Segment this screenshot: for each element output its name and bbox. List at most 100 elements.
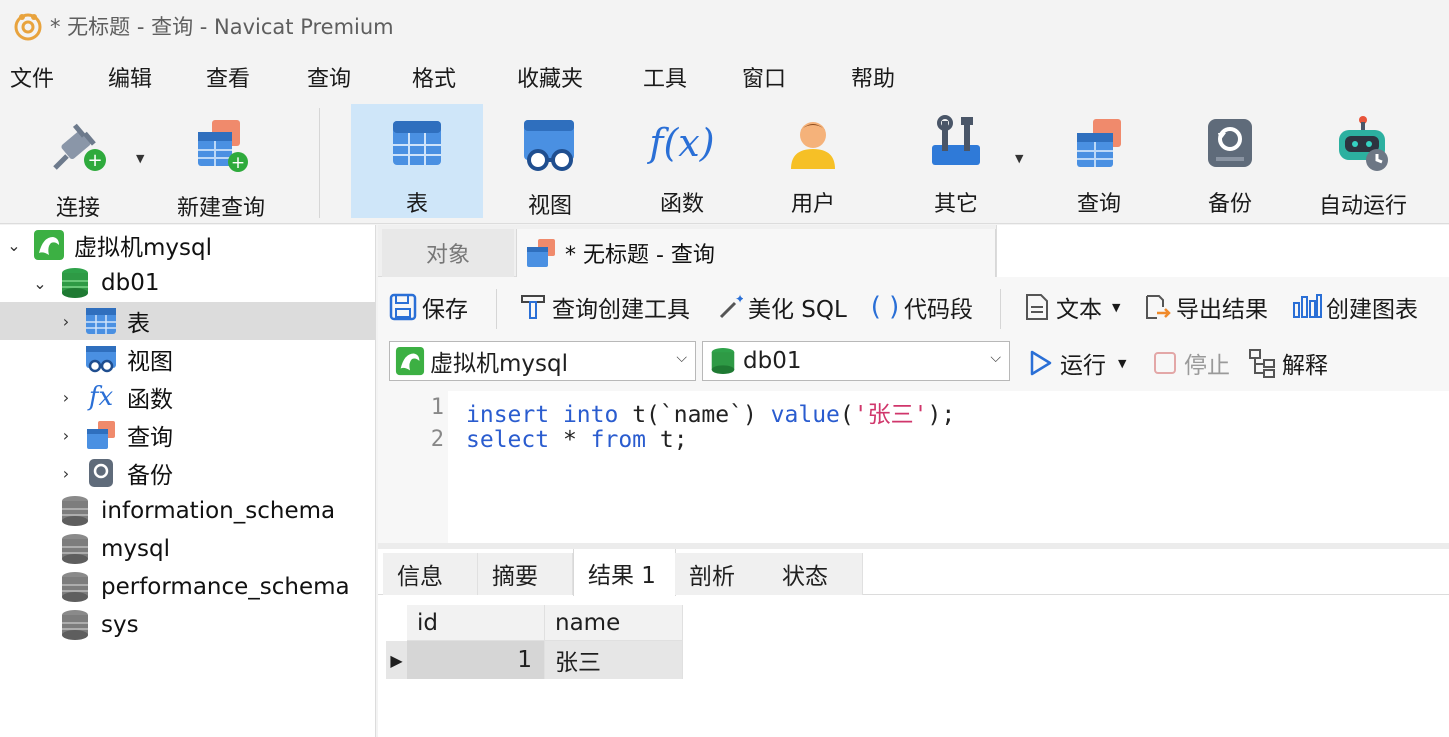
column-header-label: name [555,609,621,636]
tab-query[interactable]: * 无标题 - 查询 [516,229,996,277]
snippet-label: 代码段 [904,297,973,323]
tree-item-queries[interactable]: › 查询 [0,416,375,454]
tab-profile-label: 剖析 [689,564,735,590]
explain-button[interactable]: 解释 [1248,343,1328,383]
view-icon [84,342,118,376]
snippet-icon: ( ) [870,292,900,322]
other-dropdown-icon[interactable]: ▼ [1015,152,1023,165]
row-pointer-icon[interactable]: ▶ [386,641,407,679]
tab-bar-filler [996,225,1449,277]
menu-query[interactable]: 查询 [307,58,351,102]
menu-window[interactable]: 窗口 [742,58,786,102]
toolbar-divider [1000,289,1001,329]
tab-result-1[interactable]: 结果 1 [573,549,676,596]
tree-database-sys[interactable]: sys [0,606,375,644]
backup-button[interactable]: 备份 [1180,104,1280,218]
line-number: 2 [430,427,444,452]
run-button[interactable]: 运行 ▼ [1026,343,1126,383]
chevron-down-icon[interactable]: ▼ [1118,357,1126,370]
query-button[interactable]: 查询 [1049,104,1149,218]
sql-keyword: insert [466,402,550,428]
backup-icon [84,456,118,490]
connection-select[interactable]: 虚拟机mysql ⌵ [389,341,696,381]
query-builder-icon [518,292,548,322]
tree-item-functions[interactable]: › fx 函数 [0,378,375,416]
new-query-button[interactable]: + 新建查询 [166,104,276,221]
database-icon [58,494,92,528]
beautify-sql-button[interactable]: ✦ 美化 SQL [714,287,847,327]
menu-edit[interactable]: 编辑 [108,58,152,102]
create-chart-label: 创建图表 [1326,297,1418,323]
robot-icon [1331,114,1395,174]
sql-text: t; [646,427,688,453]
code-line[interactable]: insert into t(`name`) value('张三'); [466,395,955,429]
stop-button[interactable]: 停止 [1150,343,1230,383]
tree-connection[interactable]: ⌄ 虚拟机mysql [0,226,375,264]
sql-keyword: select [466,427,550,453]
automation-button[interactable]: 自动运行 [1308,104,1418,219]
database-open-icon [707,345,739,377]
connect-dropdown-icon[interactable]: ▼ [136,152,144,165]
tab-message[interactable]: 信息 [383,553,478,595]
mysql-connection-icon [32,228,66,262]
tree-item-backups[interactable]: › 备份 [0,454,375,492]
backup-icon [1198,114,1262,172]
connect-button[interactable]: + 连接 [30,104,126,221]
result-tab-bar: 信息 摘要 结果 1 剖析 状态 [378,549,1449,596]
tree-database-performance-schema[interactable]: performance_schema [0,568,375,606]
user-button[interactable]: 用户 [763,104,863,218]
menu-format[interactable]: 格式 [412,58,456,102]
chevron-right-icon[interactable]: › [56,464,76,483]
chevron-down-icon[interactable]: ⌄ [30,274,50,293]
toolbar-divider [319,108,320,218]
table-cell[interactable]: 张三 [545,641,683,679]
menu-tools[interactable]: 工具 [643,58,687,102]
export-result-button[interactable]: 导出结果 [1142,287,1268,327]
menu-help[interactable]: 帮助 [851,58,895,102]
save-icon [388,292,418,322]
tools-icon [924,114,988,172]
column-header-name[interactable]: name [545,605,683,641]
query-pane: 对象 * 无标题 - 查询 保存 查询创建工具 ✦ 美化 SQL () 代码段… [378,225,1449,737]
create-chart-button[interactable]: 创建图表 [1292,287,1418,327]
tab-query-label: * 无标题 - 查询 [565,243,715,268]
sql-editor[interactable]: 1 2 insert into t(`name`) value('张三'); s… [378,391,1449,543]
tree-database-information-schema[interactable]: information_schema [0,492,375,530]
code-line[interactable]: select * from t; [466,427,688,453]
menu-bar: 文件 编辑 查看 查询 格式 收藏夹 工具 窗口 帮助 [0,58,1449,102]
automation-label: 自动运行 [1318,194,1407,219]
other-button[interactable]: 其它 [906,104,1006,218]
chevron-right-icon[interactable]: › [56,388,76,407]
menu-view[interactable]: 查看 [206,58,250,102]
snippet-button[interactable]: ( ) 代码段 [870,287,973,327]
sql-keyword: from [590,427,647,453]
view-button[interactable]: 视图 [500,104,600,219]
tree-item-tables[interactable]: › 表 [0,302,375,340]
tab-objects[interactable]: 对象 [382,229,514,277]
chevron-right-icon[interactable]: › [56,312,76,331]
play-icon [1026,348,1056,378]
text-mode-button[interactable]: 文本 ▼ [1022,287,1120,327]
chevron-right-icon[interactable]: › [56,426,76,445]
menu-file[interactable]: 文件 [10,58,54,102]
tree-database-db01[interactable]: ⌄ db01 [0,264,375,302]
backup-label: 备份 [1207,192,1252,217]
save-button[interactable]: 保存 [388,287,468,327]
table-button[interactable]: 表 [351,104,483,218]
tree-item-label: 表 [127,311,150,337]
menu-favorites[interactable]: 收藏夹 [517,58,583,102]
query-builder-button[interactable]: 查询创建工具 [518,287,690,327]
chevron-down-icon[interactable]: ⌄ [4,236,24,255]
database-icon [58,532,92,566]
chevron-down-icon[interactable]: ▼ [1112,301,1120,314]
tab-status[interactable]: 状态 [768,553,863,595]
database-select[interactable]: db01 ⌵ [702,341,1010,381]
function-button[interactable]: f(x) 函数 [632,104,732,218]
tree-item-views[interactable]: 视图 [0,340,375,378]
tab-summary[interactable]: 摘要 [478,553,573,595]
tree-database-mysql[interactable]: mysql [0,530,375,568]
table-cell[interactable]: 1 [407,641,545,679]
sql-string: '张三' [853,402,928,428]
column-header-id[interactable]: id [407,605,545,641]
tab-profile[interactable]: 剖析 [675,553,770,595]
